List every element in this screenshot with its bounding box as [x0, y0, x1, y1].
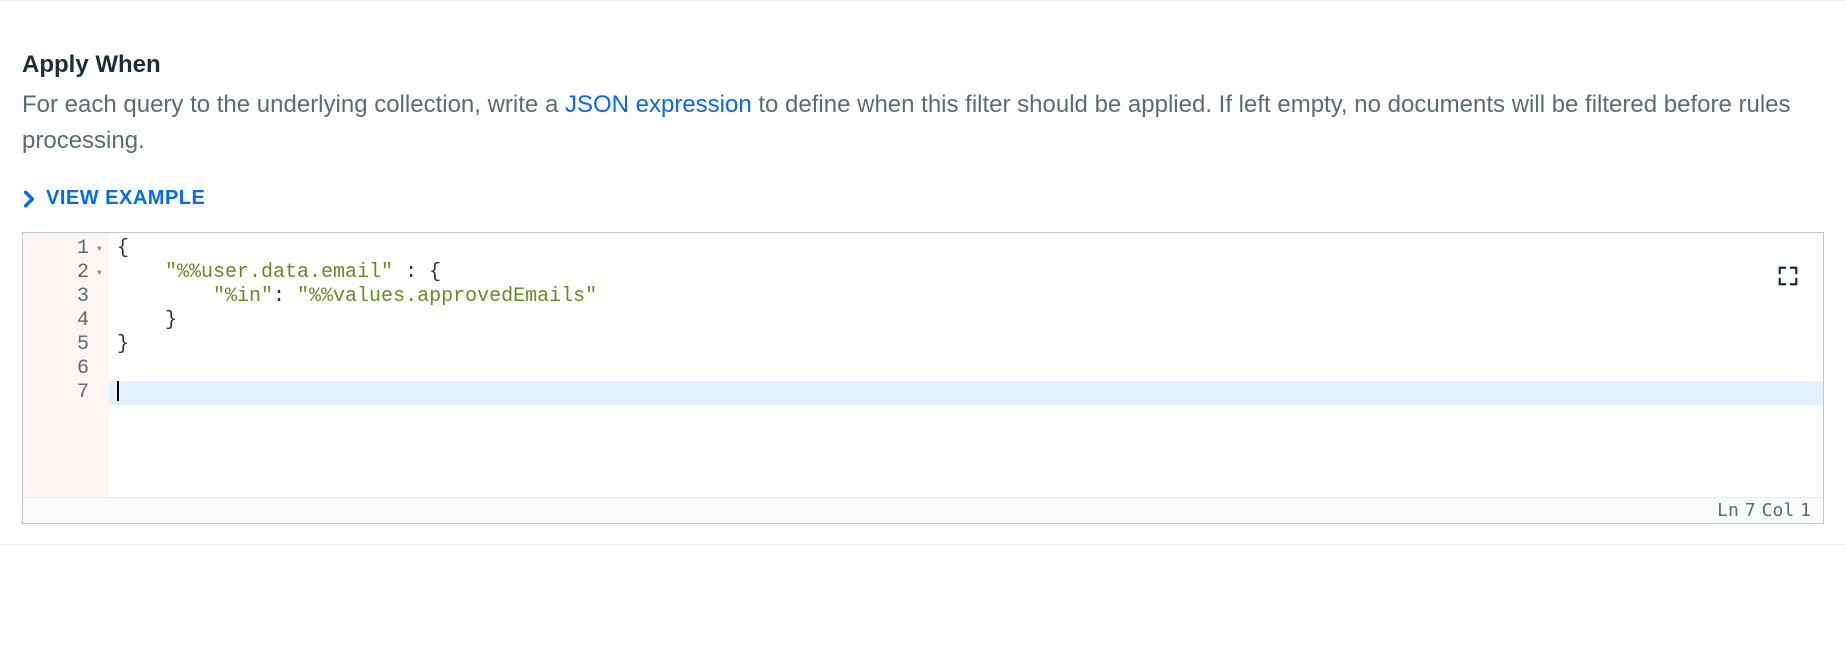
line-number: 5 [77, 333, 89, 357]
code-token [117, 261, 165, 284]
code-token: "%%values.approvedEmails" [297, 285, 597, 308]
line-number: 6 [77, 357, 89, 381]
desc-text-pre: For each query to the underlying collect… [22, 91, 565, 118]
view-example-toggle[interactable]: VIEW EXAMPLE [22, 187, 205, 210]
code-token: : [273, 285, 297, 308]
code-token: { [117, 237, 129, 260]
section-title: Apply When [22, 51, 1824, 79]
gutter-line: 7 [23, 381, 109, 405]
fold-marker-icon[interactable]: ▾ [93, 237, 103, 261]
chevron-right-icon [22, 190, 36, 208]
gutter-line: 2▾ [23, 261, 109, 285]
code-token: "%in" [213, 285, 273, 308]
section-description: For each query to the underlying collect… [22, 87, 1824, 159]
fullscreen-icon[interactable] [1777, 265, 1801, 289]
fold-marker-icon[interactable]: ▾ [93, 261, 103, 285]
status-col-label: Col [1762, 500, 1795, 521]
code-token: "%%user.data.email" [165, 261, 393, 284]
line-number: 3 [77, 285, 89, 309]
text-cursor [117, 381, 119, 401]
status-col-value: 1 [1800, 500, 1811, 521]
apply-when-section: Apply When For each query to the underly… [0, 0, 1846, 545]
code-editor[interactable]: 1▾2▾34567 { "%%user.data.email" : { "%in… [22, 232, 1824, 524]
gutter-line: 1▾ [23, 237, 109, 261]
line-number: 1 [77, 237, 89, 261]
code-token: } [165, 309, 177, 332]
line-number: 4 [77, 309, 89, 333]
code-token: : [393, 261, 429, 284]
code-line[interactable]: "%%user.data.email" : { [109, 261, 1823, 285]
code-line[interactable]: { [109, 237, 1823, 261]
code-token: } [117, 333, 129, 356]
gutter-line: 3 [23, 285, 109, 309]
gutter-line: 4 [23, 309, 109, 333]
view-example-label: VIEW EXAMPLE [46, 187, 205, 210]
editor-code-area[interactable]: { "%%user.data.email" : { "%in": "%%valu… [109, 233, 1823, 497]
status-ln-value: 7 [1745, 500, 1756, 521]
editor-status-bar: Ln 7 Col 1 [23, 497, 1823, 523]
gutter-line: 6 [23, 357, 109, 381]
gutter-line: 5 [23, 333, 109, 357]
code-token [117, 309, 165, 332]
code-token [117, 285, 213, 308]
code-line[interactable] [109, 381, 1823, 405]
json-expression-link[interactable]: JSON expression [565, 91, 752, 118]
code-line[interactable]: } [109, 333, 1823, 357]
editor-gutter: 1▾2▾34567 [23, 233, 109, 497]
code-token: { [429, 261, 441, 284]
code-line[interactable]: } [109, 309, 1823, 333]
code-line[interactable] [109, 357, 1823, 381]
line-number: 2 [77, 261, 89, 285]
line-number: 7 [77, 381, 89, 405]
code-line[interactable]: "%in": "%%values.approvedEmails" [109, 285, 1823, 309]
status-ln-label: Ln [1717, 500, 1739, 521]
